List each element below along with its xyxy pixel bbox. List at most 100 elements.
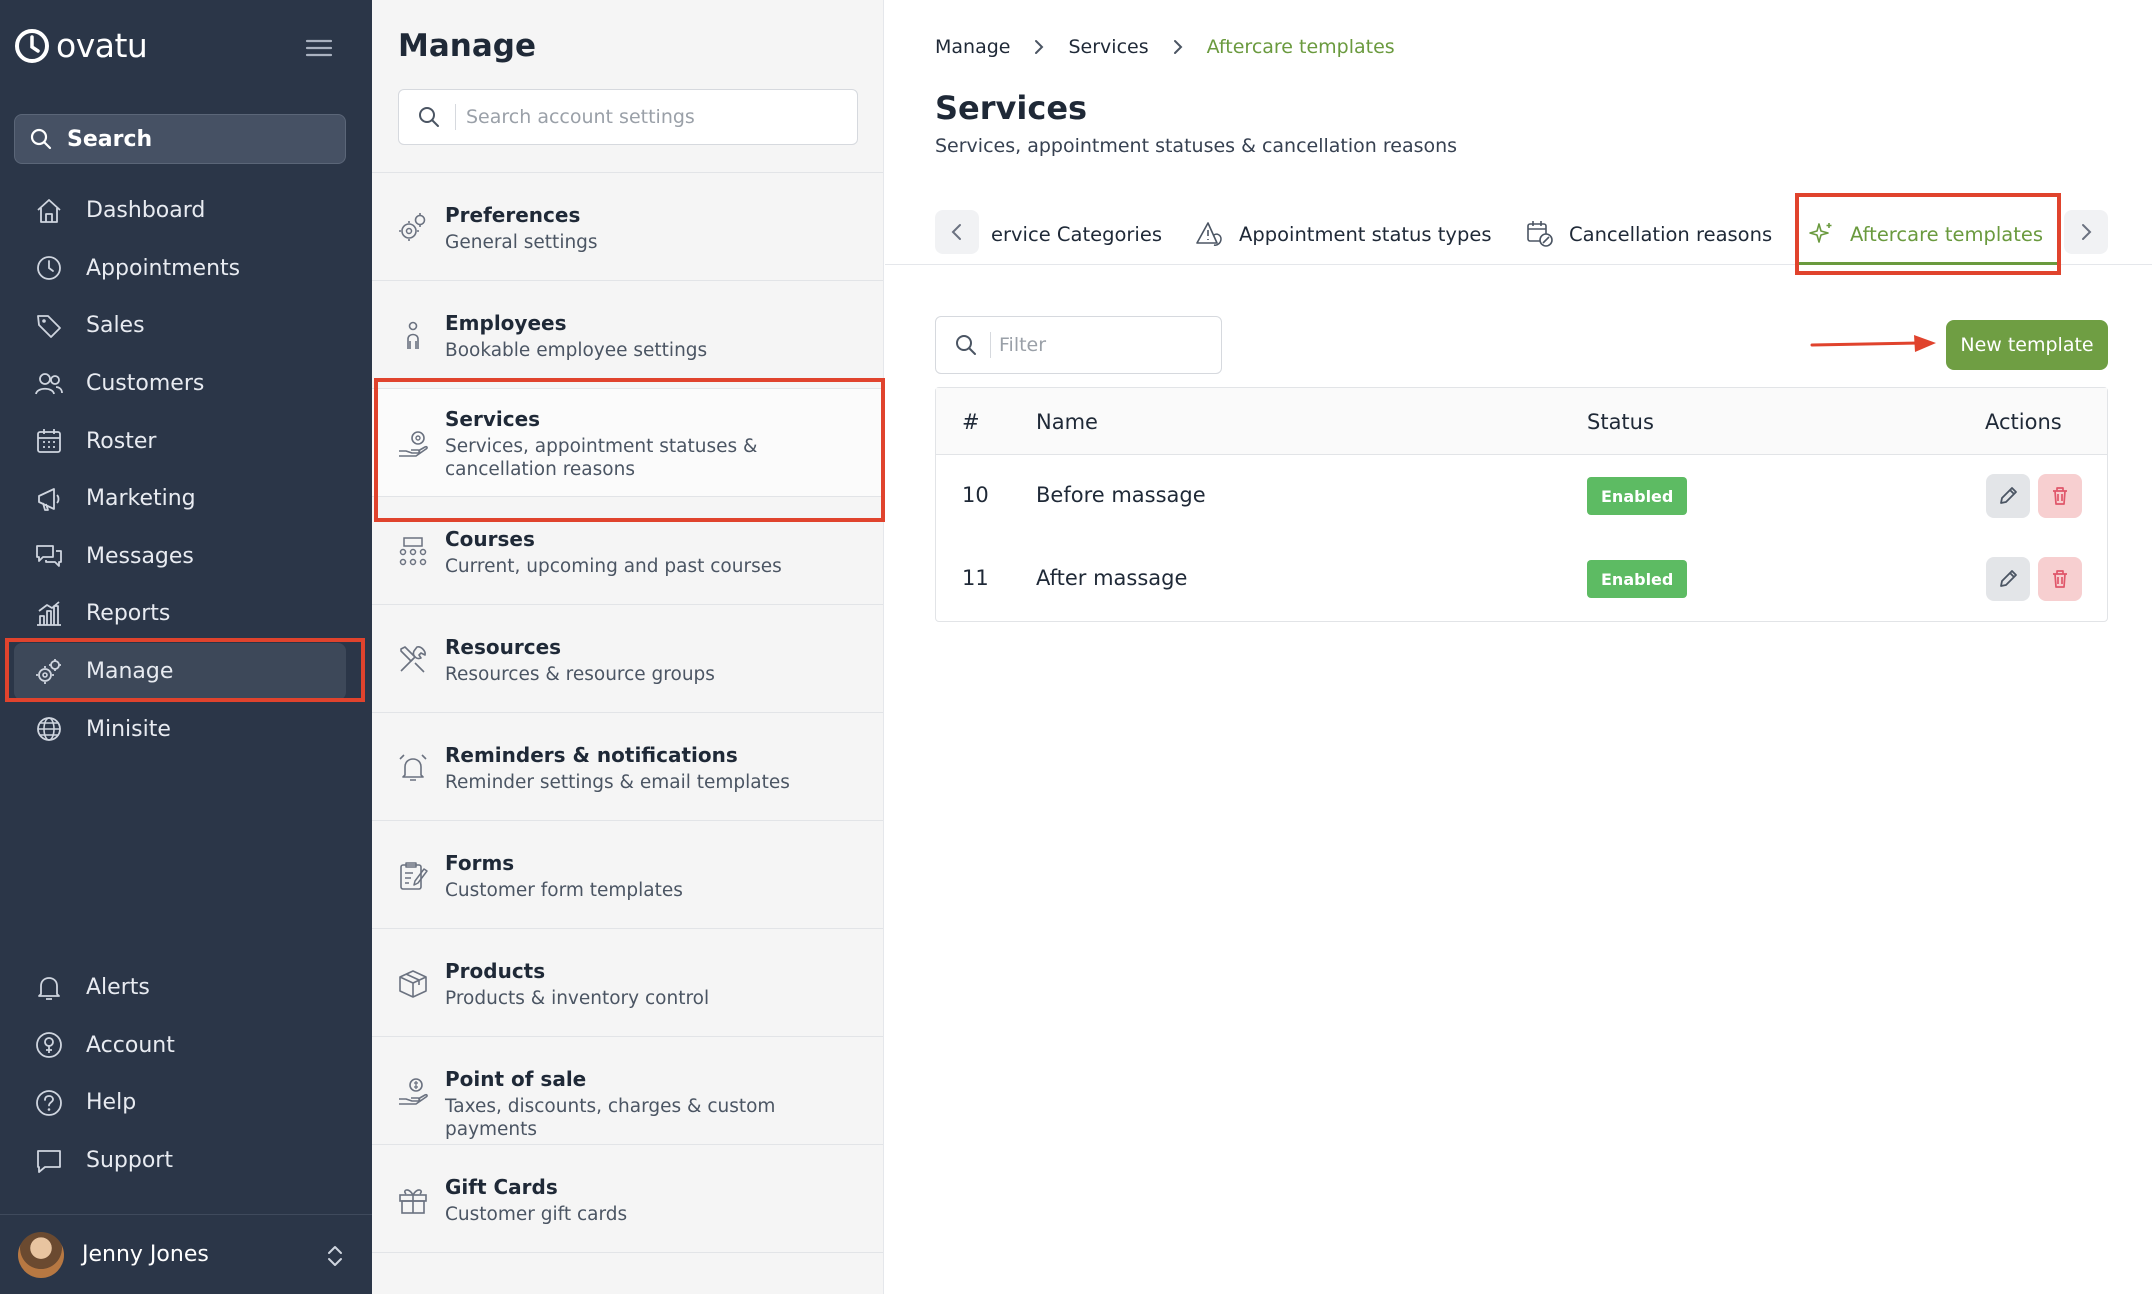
row-name: Before massage [1036, 483, 1206, 507]
tabs-scroll-left-button[interactable] [935, 210, 979, 254]
row-id: 10 [962, 483, 989, 507]
chart-icon [32, 597, 66, 631]
table-header: # Name Status Actions [936, 388, 2107, 455]
manage-item-title: Resources [445, 635, 562, 659]
sidebar-item-label: Support [86, 1148, 173, 1174]
chevron-right-icon [1035, 40, 1044, 54]
sidebar-item-label: Messages [86, 543, 194, 569]
table-row: 11 After massage Enabled [936, 538, 2107, 621]
tab-cancellation-reasons[interactable]: Cancellation reasons [1525, 212, 1772, 256]
trash-icon [2053, 487, 2067, 505]
manage-panel: Manage Preferences General settings Empl… [372, 0, 884, 1294]
menu-toggle-icon[interactable] [304, 36, 334, 60]
chevron-left-icon [951, 224, 961, 240]
main-sidebar: ovatu Search Dashboard Appointments Sale… [0, 0, 372, 1294]
table-row: 10 Before massage Enabled [936, 455, 2107, 538]
chevron-up-down-icon [328, 1246, 342, 1266]
breadcrumb-manage[interactable]: Manage [935, 36, 1010, 58]
logo-clock-icon [15, 28, 49, 63]
tab-appointment-status-types[interactable]: Appointment status types [1195, 212, 1491, 256]
sidebar-search-button[interactable]: Search [14, 114, 346, 164]
manage-item-title: Employees [445, 311, 567, 335]
sidebar-item-support[interactable]: Support [14, 1132, 356, 1190]
annotation-arrow-icon [1810, 335, 1936, 352]
services-highlight-box [374, 378, 885, 522]
pencil-icon [2000, 487, 2017, 504]
sidebar-item-label: Help [86, 1090, 137, 1116]
sidebar-item-help[interactable]: Help [14, 1074, 356, 1132]
sidebar-item-label: Roster [86, 428, 157, 454]
filter-divider [990, 332, 991, 358]
tag-icon [32, 309, 66, 343]
search-icon [956, 335, 976, 355]
sidebar-item-dashboard[interactable]: Dashboard [14, 182, 356, 240]
sidebar-item-label: Marketing [86, 486, 196, 512]
tab-label: Cancellation reasons [1569, 222, 1773, 246]
manage-search[interactable] [398, 89, 858, 145]
sidebar-item-reports[interactable]: Reports [14, 585, 356, 643]
form-icon [400, 862, 428, 890]
column-header-status: Status [1587, 410, 1654, 434]
new-template-button[interactable]: New template [1946, 320, 2108, 370]
gift-icon [399, 1189, 427, 1214]
sidebar-item-customers[interactable]: Customers [14, 355, 356, 413]
gears-icon [399, 213, 426, 241]
manage-item-forms[interactable]: Forms Customer form templates [372, 821, 883, 929]
manage-item-reminders[interactable]: Reminders & notifications Reminder setti… [372, 713, 883, 821]
tab-service-categories[interactable]: ervice Categories [991, 212, 1162, 256]
sidebar-item-messages[interactable]: Messages [14, 528, 356, 586]
account-icon [32, 1028, 66, 1062]
sidebar-item-appointments[interactable]: Appointments [14, 240, 356, 298]
manage-item-title: Preferences [445, 203, 581, 227]
sidebar-item-account[interactable]: Account [14, 1017, 356, 1075]
megaphone-icon [32, 482, 66, 516]
sidebar-item-minisite[interactable]: Minisite [14, 700, 356, 758]
tools-icon [400, 646, 426, 673]
delete-button[interactable] [2038, 474, 2082, 518]
avatar [18, 1231, 64, 1278]
filter-field[interactable] [935, 316, 1222, 374]
warning-icon [1196, 222, 1222, 246]
ovatu-logo[interactable]: ovatu [14, 26, 148, 65]
search-icon [30, 128, 52, 150]
manage-item-preferences[interactable]: Preferences General settings [372, 173, 883, 281]
manage-search-input[interactable] [466, 106, 826, 128]
sidebar-item-label: Account [86, 1032, 175, 1058]
brand-name: ovatu [56, 26, 148, 65]
tabs-scroll-right-button[interactable] [2064, 210, 2108, 254]
column-header-actions: Actions [1985, 410, 2062, 434]
manage-item-resources[interactable]: Resources Resources & resource groups [372, 605, 883, 713]
chevron-right-icon [2082, 224, 2092, 240]
sidebar-item-label: Customers [86, 371, 205, 397]
manage-item-subtitle: Current, upcoming and past courses [445, 556, 782, 577]
manage-item-products[interactable]: Products Products & inventory control [372, 929, 883, 1037]
sidebar-item-sales[interactable]: Sales [14, 297, 356, 355]
sidebar-search-label: Search [67, 126, 153, 152]
users-icon [32, 367, 66, 401]
edit-button[interactable] [1986, 474, 2030, 518]
manage-item-title: Point of sale [445, 1067, 587, 1091]
edit-button[interactable] [1986, 557, 2030, 601]
manage-item-employees[interactable]: Employees Bookable employee settings [372, 281, 883, 389]
alarm-icon [399, 754, 427, 781]
delete-button[interactable] [2038, 557, 2082, 601]
tab-label: ervice Categories [991, 222, 1162, 246]
sidebar-item-label: Sales [86, 313, 145, 339]
sidebar-item-marketing[interactable]: Marketing [14, 470, 356, 528]
sidebar-item-roster[interactable]: Roster [14, 412, 356, 470]
sidebar-item-label: Reports [86, 601, 171, 627]
sidebar-item-alerts[interactable]: Alerts [14, 959, 356, 1017]
clock-icon [32, 251, 66, 285]
bell-icon [32, 971, 66, 1005]
filter-input[interactable] [999, 334, 1199, 356]
globe-icon [32, 712, 66, 746]
status-badge: Enabled [1587, 560, 1688, 598]
sidebar-item-label: Appointments [86, 255, 241, 281]
calendar-x-icon [1527, 221, 1553, 247]
manage-item-point-of-sale[interactable]: Point of sale Taxes, discounts, charges … [372, 1037, 883, 1145]
manage-item-gift-cards[interactable]: Gift Cards Customer gift cards [372, 1145, 883, 1253]
column-header-id: # [962, 410, 980, 434]
breadcrumb-services[interactable]: Services [1068, 36, 1148, 58]
tab-label: Appointment status types [1239, 222, 1492, 246]
user-menu[interactable]: Jenny Jones [0, 1214, 372, 1294]
